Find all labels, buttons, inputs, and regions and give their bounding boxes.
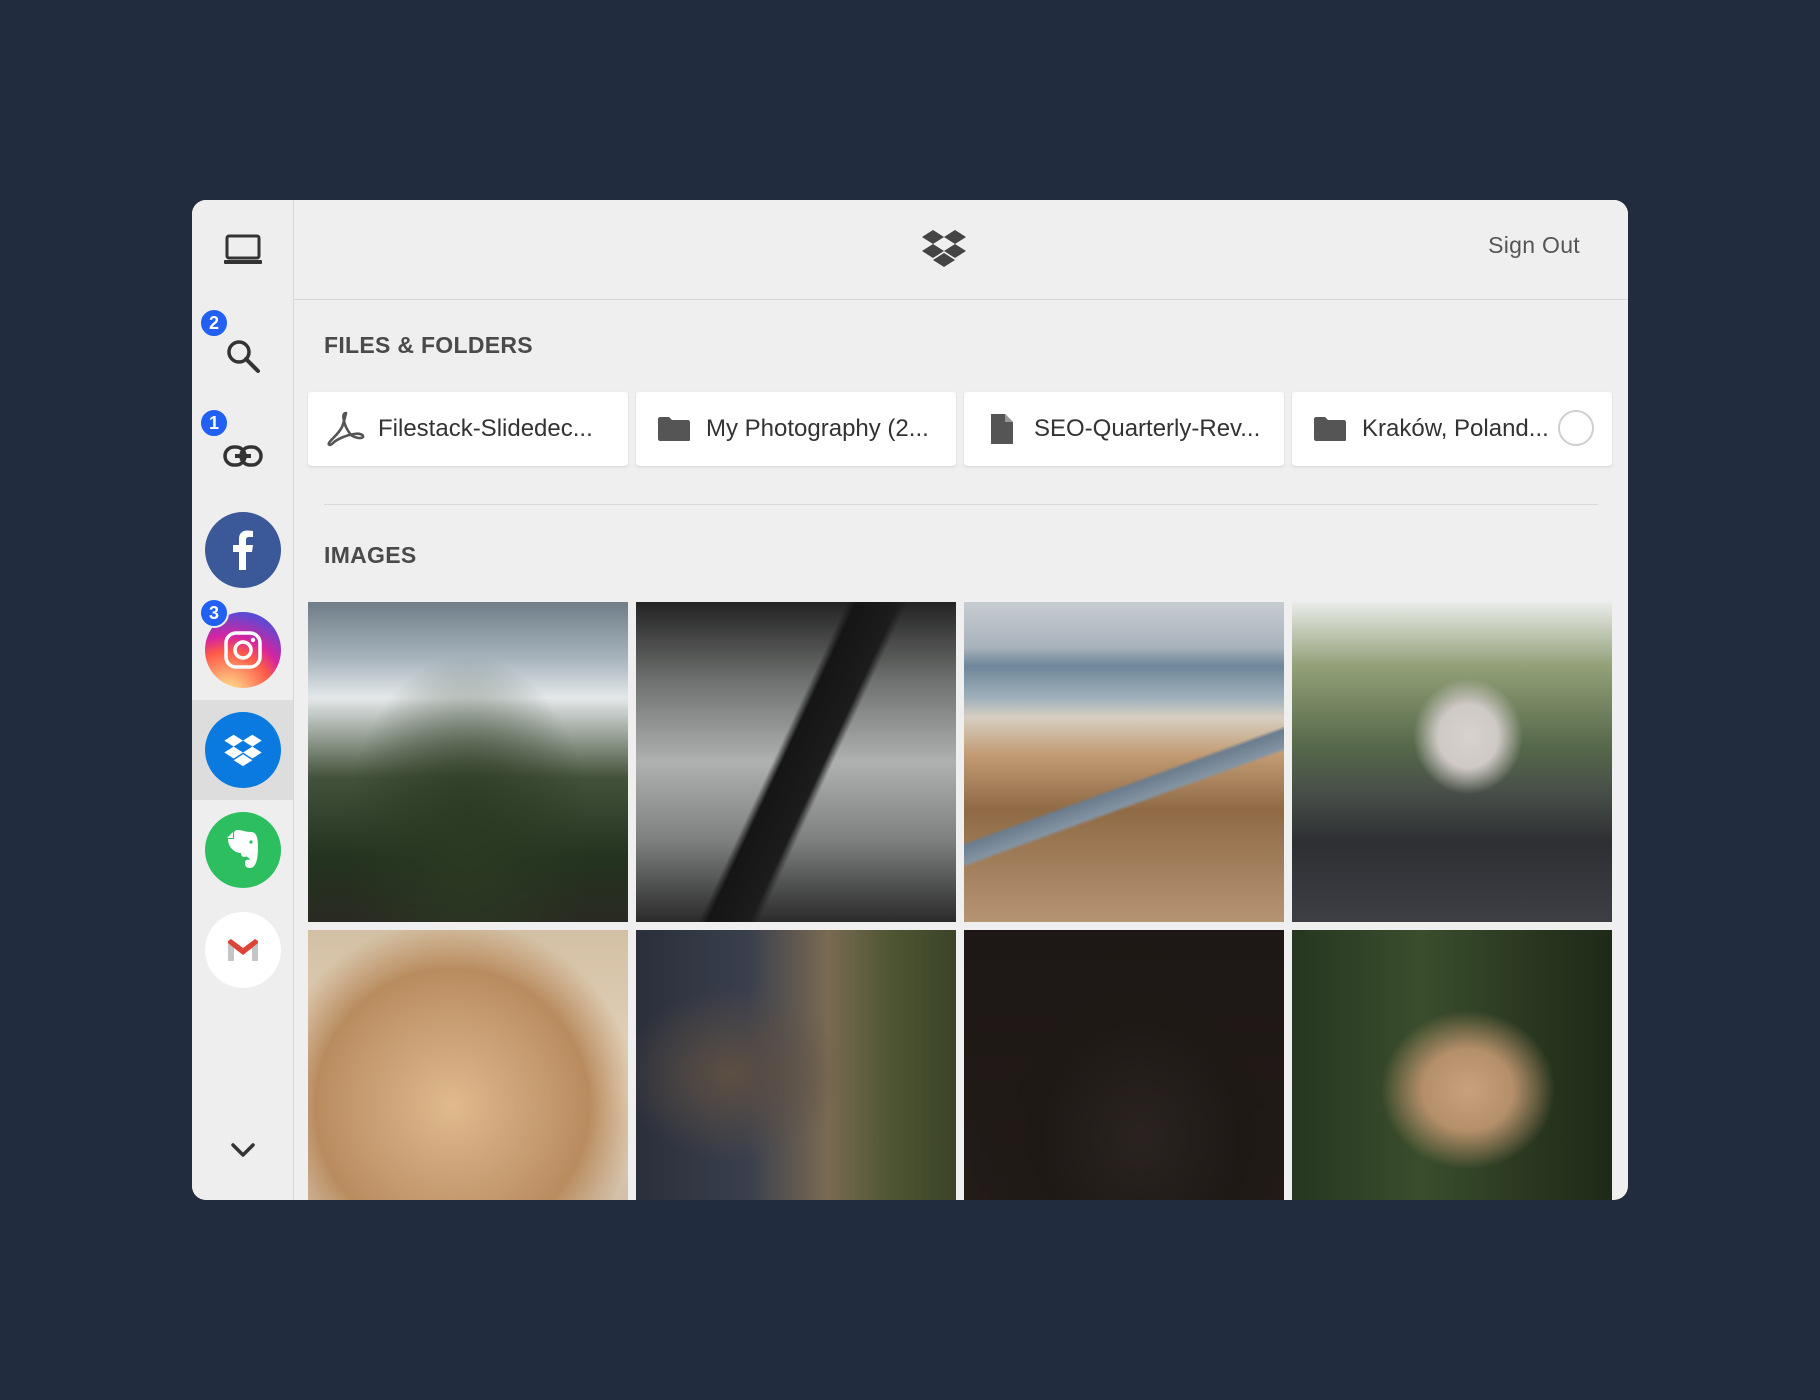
images-grid — [308, 602, 1612, 1200]
sidebar-item-instagram[interactable]: 3 — [192, 598, 293, 700]
facebook-icon — [204, 512, 281, 588]
image-thumbnail[interactable] — [636, 930, 956, 1200]
sign-out-button[interactable]: Sign Out — [1488, 232, 1580, 259]
notification-badge: 2 — [199, 308, 229, 338]
image-thumbnail[interactable] — [1292, 930, 1612, 1200]
sidebar-item-link-url[interactable]: 1 — [192, 400, 293, 500]
section-divider — [324, 504, 1598, 505]
sidebar-item-evernote[interactable] — [192, 800, 293, 900]
sidebar-item-my-device[interactable] — [192, 200, 293, 300]
image-thumbnail[interactable] — [308, 930, 628, 1200]
document-icon — [982, 409, 1022, 449]
files-list: Filestack-Slidedec... My Photography (2.… — [308, 392, 1612, 466]
evernote-icon — [204, 812, 281, 888]
select-checkbox[interactable] — [1558, 410, 1594, 446]
sidebar-item-dropbox[interactable] — [192, 700, 293, 800]
chevron-down-icon — [230, 1143, 255, 1157]
sidebar-item-facebook[interactable] — [192, 500, 293, 600]
files-section-title: FILES & FOLDERS — [324, 332, 533, 358]
folder-item[interactable]: My Photography (2... — [636, 392, 956, 466]
main-content: FILES & FOLDERS Filestack-Slidedec... My… — [294, 300, 1628, 1200]
sidebar: 2 1 3 — [192, 200, 294, 1200]
image-thumbnail[interactable] — [964, 602, 1284, 922]
notification-badge: 3 — [199, 598, 229, 628]
image-thumbnail[interactable] — [308, 602, 628, 922]
link-icon — [222, 445, 263, 467]
notification-badge: 1 — [199, 408, 229, 438]
gmail-icon — [204, 912, 281, 988]
header: Sign Out — [294, 200, 1628, 300]
dropbox-icon — [922, 230, 966, 267]
file-name: Filestack-Slidedec... — [378, 415, 593, 442]
image-thumbnail[interactable] — [636, 602, 956, 922]
folder-item[interactable]: Kraków, Poland... — [1292, 392, 1612, 466]
file-item[interactable]: Filestack-Slidedec... — [308, 392, 628, 466]
laptop-icon — [223, 234, 262, 264]
file-name: SEO-Quarterly-Rev... — [1034, 415, 1261, 442]
folder-icon — [654, 409, 694, 449]
search-icon — [226, 340, 260, 373]
folder-icon — [1310, 409, 1350, 449]
images-section-title: IMAGES — [324, 542, 417, 568]
image-thumbnail[interactable] — [964, 930, 1284, 1200]
sidebar-item-image-search[interactable]: 2 — [192, 300, 293, 400]
folder-name: My Photography (2... — [706, 415, 929, 442]
dropbox-icon — [204, 712, 281, 788]
pdf-icon — [326, 409, 366, 449]
folder-name: Kraków, Poland... — [1362, 415, 1549, 442]
sidebar-item-gmail[interactable] — [192, 900, 293, 1000]
file-item[interactable]: SEO-Quarterly-Rev... — [964, 392, 1284, 466]
sidebar-more-button[interactable] — [192, 1100, 293, 1200]
file-picker-window: 2 1 3 Sign Out FILES & FOLDERS Filestack… — [192, 200, 1628, 1200]
image-thumbnail[interactable] — [1292, 602, 1612, 922]
